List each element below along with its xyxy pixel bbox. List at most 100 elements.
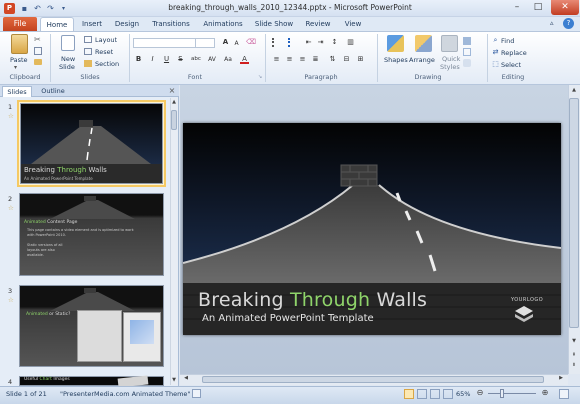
quick-styles-label-1[interactable]: Quick [442, 55, 460, 63]
next-slide-icon[interactable]: ⇟ [569, 362, 579, 370]
scroll-up-icon[interactable]: ▲ [569, 87, 579, 95]
bullets-icon[interactable] [272, 38, 283, 47]
text-direction-icon[interactable]: ⇅ [328, 55, 337, 64]
grow-font-icon[interactable]: A [221, 38, 230, 47]
tab-outline-pane[interactable]: Outline [34, 86, 72, 97]
new-slide-label-2[interactable]: Slide [59, 63, 75, 71]
shrink-font-icon[interactable]: A [232, 39, 241, 48]
reset-button[interactable]: Reset [95, 48, 113, 56]
fit-slide-icon[interactable] [559, 389, 569, 399]
smartart-icon[interactable]: ⊞ [356, 55, 365, 64]
normal-view-icon[interactable] [404, 389, 414, 399]
format-painter-icon[interactable] [34, 59, 42, 65]
layout-button[interactable]: Layout [95, 36, 117, 44]
shapes-button[interactable]: Shapes [384, 56, 408, 64]
reset-icon[interactable] [84, 48, 92, 55]
tab-slide-show[interactable]: Slide Show [250, 17, 298, 31]
spell-check-icon[interactable] [192, 389, 201, 398]
justify-icon[interactable]: ≣ [311, 55, 320, 64]
shadow-button[interactable]: abc [189, 55, 203, 64]
numbering-icon[interactable] [288, 38, 299, 47]
maximize-icon[interactable]: □ [528, 0, 548, 15]
scroll-right-icon[interactable]: ▶ [557, 375, 565, 384]
align-left-icon[interactable]: ≡ [272, 55, 281, 64]
section-icon[interactable] [84, 60, 92, 67]
theme-name: "PresenterMedia.com Animated Theme" [60, 390, 191, 398]
align-right-icon[interactable]: ≡ [298, 55, 307, 64]
line-spacing-icon[interactable]: ↕ [330, 38, 339, 47]
shape-effects-icon[interactable] [463, 59, 471, 67]
reading-view-icon[interactable] [430, 389, 440, 399]
align-text-icon[interactable]: ⊟ [342, 55, 351, 64]
tab-home[interactable]: Home [40, 17, 74, 31]
help-icon[interactable]: ? [563, 18, 574, 29]
vertical-scroll-thumb[interactable] [569, 98, 579, 328]
tab-view[interactable]: View [338, 17, 368, 31]
increase-indent-icon[interactable]: ⇥ [316, 38, 325, 47]
align-center-icon[interactable]: ≡ [285, 55, 294, 64]
decrease-indent-icon[interactable]: ⇤ [304, 38, 313, 47]
scroll-up-icon[interactable]: ▲ [171, 99, 177, 106]
find-icon[interactable]: ⌕ [491, 36, 500, 45]
change-case-button[interactable]: Aa [222, 55, 234, 64]
paste-icon[interactable] [11, 34, 28, 54]
bold-button[interactable]: B [134, 55, 143, 64]
copy-icon[interactable] [34, 47, 42, 55]
scroll-left-icon[interactable]: ◀ [182, 375, 190, 384]
scroll-down-icon[interactable]: ▼ [171, 377, 177, 384]
font-color-button[interactable]: A [240, 55, 249, 64]
horizontal-scroll-thumb[interactable] [202, 376, 544, 383]
italic-button[interactable]: I [148, 55, 157, 64]
quick-styles-icon[interactable] [441, 35, 458, 52]
tab-design[interactable]: Design [110, 17, 144, 31]
section-button[interactable]: Section [95, 60, 119, 68]
columns-icon[interactable]: ▥ [346, 38, 355, 47]
underline-button[interactable]: U [162, 55, 171, 64]
new-slide-label-1[interactable]: New [61, 55, 75, 63]
close-icon[interactable]: ✕ [551, 0, 579, 15]
quick-styles-label-2[interactable]: Styles [440, 63, 460, 71]
pane-scroll-thumb[interactable] [171, 110, 177, 130]
tab-transitions[interactable]: Transitions [146, 17, 196, 31]
tab-review[interactable]: Review [300, 17, 336, 31]
zoom-out-icon[interactable]: ⊖ [475, 388, 485, 398]
find-button[interactable]: Find [501, 37, 514, 45]
character-spacing-button[interactable]: AV [206, 55, 218, 64]
zoom-in-icon[interactable]: ⊕ [540, 388, 550, 398]
tab-insert[interactable]: Insert [76, 17, 108, 31]
select-icon[interactable]: ⬚ [491, 60, 500, 69]
slide-title[interactable]: Breaking Through Walls [198, 289, 427, 311]
minimize-ribbon-icon[interactable]: ▵ [550, 19, 560, 29]
slide-sorter-icon[interactable] [417, 389, 427, 399]
zoom-level[interactable]: 65% [456, 390, 470, 398]
slide-subtitle[interactable]: An Animated PowerPoint Template [202, 313, 374, 324]
layout-icon[interactable] [84, 36, 92, 43]
zoom-slider-handle[interactable] [500, 389, 504, 398]
tab-animations[interactable]: Animations [198, 17, 248, 31]
scroll-down-icon[interactable]: ▼ [569, 338, 579, 346]
pane-scrollbar[interactable] [170, 98, 178, 385]
shapes-icon[interactable] [387, 35, 404, 52]
tab-slides-pane[interactable]: Slides [2, 86, 32, 97]
pane-close-icon[interactable]: × [167, 86, 177, 96]
new-slide-icon[interactable] [61, 35, 75, 51]
paste-dropdown-icon[interactable]: ▾ [14, 64, 17, 71]
minimize-icon[interactable]: – [507, 0, 527, 15]
tab-file[interactable]: File [3, 17, 37, 31]
slide-show-icon[interactable] [443, 389, 453, 399]
zoom-slider-track[interactable] [488, 393, 536, 394]
clear-formatting-icon[interactable]: ⌫ [246, 38, 256, 47]
cut-icon[interactable]: ✂ [34, 35, 41, 44]
select-button[interactable]: Select [501, 61, 521, 69]
font-size-combo[interactable] [195, 38, 215, 48]
arrange-button[interactable]: Arrange [409, 56, 435, 64]
previous-slide-icon[interactable]: ⇞ [569, 352, 579, 360]
strikethrough-button[interactable]: S [176, 55, 185, 64]
shape-outline-icon[interactable] [463, 48, 471, 56]
paste-button-label[interactable]: Paste [10, 56, 28, 64]
replace-icon[interactable]: ⇄ [491, 48, 500, 57]
shape-fill-icon[interactable] [463, 37, 471, 45]
replace-button[interactable]: Replace [501, 49, 527, 57]
font-dialog-launcher-icon[interactable]: ↘ [258, 74, 262, 80]
arrange-icon[interactable] [415, 35, 432, 52]
